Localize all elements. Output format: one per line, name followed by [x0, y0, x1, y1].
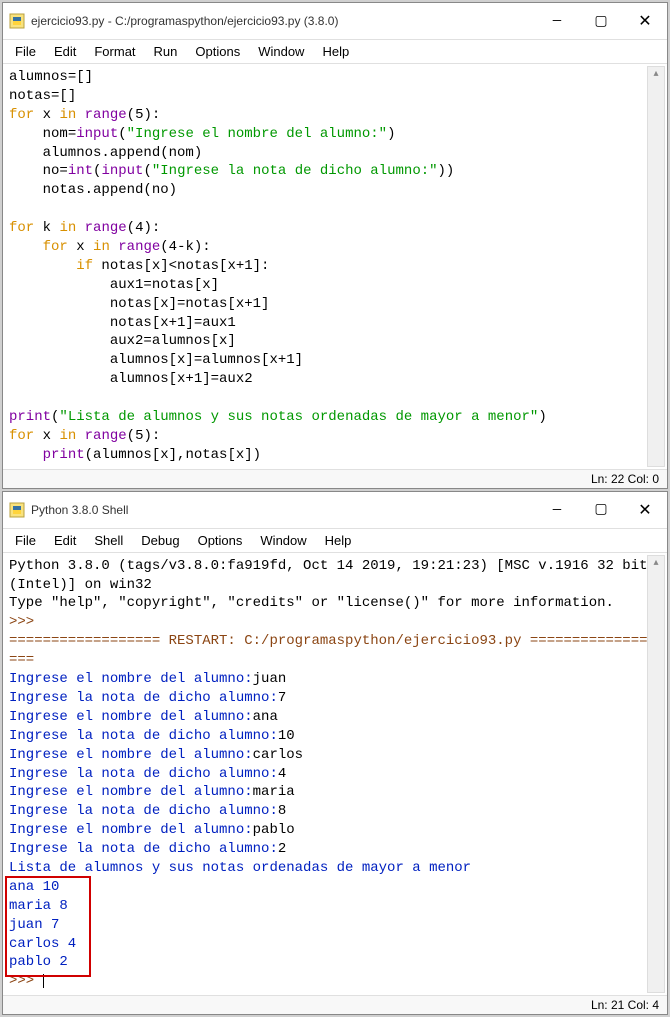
- shell-title: Python 3.8.0 Shell: [31, 503, 535, 517]
- scroll-up-icon[interactable]: ▴: [648, 556, 664, 572]
- menu-shell[interactable]: Shell: [86, 531, 131, 550]
- user-input: pablo: [253, 822, 295, 838]
- shell-prompt-text: Ingrese el nombre del alumno:: [9, 671, 253, 687]
- menu-file[interactable]: File: [7, 531, 44, 550]
- highlight-box: [5, 876, 91, 977]
- shell-prompt-text: Ingrese el nombre del alumno:: [9, 822, 253, 838]
- menu-options[interactable]: Options: [187, 42, 248, 61]
- python-file-icon: [9, 13, 25, 29]
- shell-prompt-text: Ingrese la nota de dicho alumno:: [9, 690, 278, 706]
- restart-line: ================== RESTART: C:/programas…: [9, 633, 656, 668]
- editor-menubar: File Edit Format Run Options Window Help: [3, 40, 667, 64]
- shell-prompt-text: Ingrese la nota de dicho alumno:: [9, 728, 278, 744]
- editor-window: ejercicio93.py - C:/programaspython/ejer…: [2, 2, 668, 489]
- output-header: Lista de alumnos y sus notas ordenadas d…: [9, 860, 471, 876]
- editor-window-buttons: — ▢ ✕: [535, 7, 667, 35]
- python-shell-icon: [9, 502, 25, 518]
- prompt: >>>: [9, 614, 34, 630]
- menu-options[interactable]: Options: [190, 531, 251, 550]
- user-input: 7: [278, 690, 286, 706]
- shell-prompt-text: Ingrese el nombre del alumno:: [9, 784, 253, 800]
- user-input: 4: [278, 766, 286, 782]
- close-button[interactable]: ✕: [623, 496, 667, 524]
- shell-prompt-text: Ingrese la nota de dicho alumno:: [9, 766, 278, 782]
- menu-edit[interactable]: Edit: [46, 42, 84, 61]
- shell-menubar: File Edit Shell Debug Options Window Hel…: [3, 529, 667, 553]
- menu-run[interactable]: Run: [146, 42, 186, 61]
- menu-window[interactable]: Window: [252, 531, 314, 550]
- shell-prompt-text: Ingrese la nota de dicho alumno:: [9, 841, 278, 857]
- menu-file[interactable]: File: [7, 42, 44, 61]
- minimize-button[interactable]: —: [535, 7, 579, 35]
- shell-window-buttons: — ▢ ✕: [535, 496, 667, 524]
- scroll-up-icon[interactable]: ▴: [648, 67, 664, 83]
- shell-statusbar: Ln: 21 Col: 4: [3, 995, 667, 1014]
- shell-output[interactable]: Python 3.8.0 (tags/v3.8.0:fa919fd, Oct 1…: [3, 553, 667, 995]
- menu-window[interactable]: Window: [250, 42, 312, 61]
- user-input: 10: [278, 728, 295, 744]
- menu-format[interactable]: Format: [86, 42, 143, 61]
- user-input: carlos: [253, 747, 303, 763]
- menu-edit[interactable]: Edit: [46, 531, 84, 550]
- shell-window: Python 3.8.0 Shell — ▢ ✕ File Edit Shell…: [2, 491, 668, 1015]
- code-editor[interactable]: alumnos=[] notas=[] for x in range(5): n…: [3, 64, 667, 469]
- shell-prompt-text: Ingrese el nombre del alumno:: [9, 709, 253, 725]
- editor-statusbar: Ln: 22 Col: 0: [3, 469, 667, 488]
- menu-debug[interactable]: Debug: [133, 531, 187, 550]
- user-input: maria: [253, 784, 295, 800]
- user-input: juan: [253, 671, 287, 687]
- editor-scrollbar[interactable]: ▴: [647, 66, 665, 467]
- maximize-button[interactable]: ▢: [579, 496, 623, 524]
- menu-help[interactable]: Help: [314, 42, 357, 61]
- shell-titlebar[interactable]: Python 3.8.0 Shell — ▢ ✕: [3, 492, 667, 529]
- shell-header: Python 3.8.0 (tags/v3.8.0:fa919fd, Oct 1…: [9, 558, 656, 593]
- menu-help[interactable]: Help: [317, 531, 360, 550]
- maximize-button[interactable]: ▢: [579, 7, 623, 35]
- user-input: 8: [278, 803, 286, 819]
- user-input: 2: [278, 841, 286, 857]
- minimize-button[interactable]: —: [535, 496, 579, 524]
- shell-prompt-text: Ingrese la nota de dicho alumno:: [9, 803, 278, 819]
- editor-title: ejercicio93.py - C:/programaspython/ejer…: [31, 14, 535, 28]
- shell-header2: Type "help", "copyright", "credits" or "…: [9, 595, 614, 611]
- shell-scrollbar[interactable]: ▴: [647, 555, 665, 993]
- close-button[interactable]: ✕: [623, 7, 667, 35]
- user-input: ana: [253, 709, 278, 725]
- editor-titlebar[interactable]: ejercicio93.py - C:/programaspython/ejer…: [3, 3, 667, 40]
- shell-prompt-text: Ingrese el nombre del alumno:: [9, 747, 253, 763]
